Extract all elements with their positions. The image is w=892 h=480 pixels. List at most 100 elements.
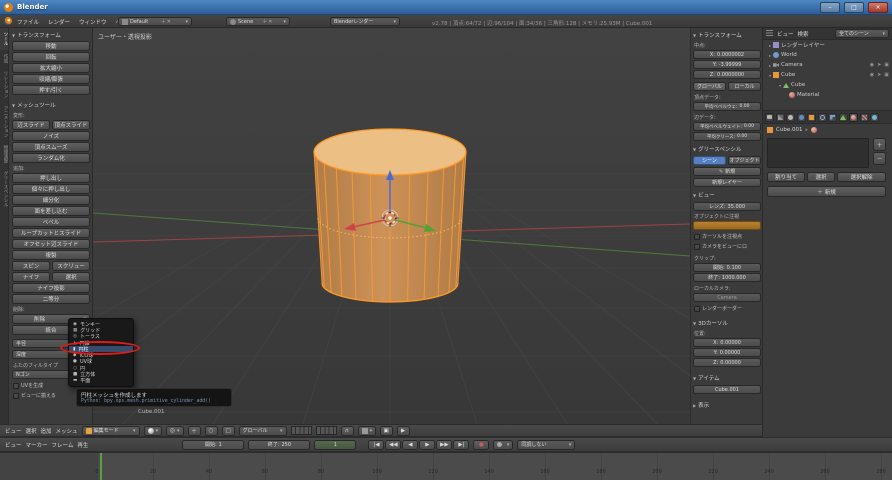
tab-create[interactable]: 作成 [0,50,8,67]
next-keyframe-button[interactable]: ▶▶ [436,440,452,450]
npanel-transform-header[interactable]: トランスフォーム [693,31,742,39]
cursor-x-field[interactable]: X:0.00000 [693,338,761,347]
scene-selector[interactable]: Scene ＋✕ [226,17,290,26]
lock-camera-checkbox[interactable]: カメラをビューにロ [694,243,747,250]
viewport-menu-select[interactable]: 選択 [26,427,37,435]
mode-dropdown[interactable]: 編集モード [82,426,140,436]
opengl-render-anim-icon[interactable]: ▶ [397,426,410,436]
translate-button[interactable]: 移動 [12,41,90,51]
tab-animation[interactable]: アニメーション [0,102,8,142]
tab-constraints-icon[interactable] [818,113,827,122]
snap-magnet-icon[interactable]: ∩ [341,426,354,436]
viewport-3d[interactable]: ユーザー・透視投影 [93,28,690,424]
tab-render-icon[interactable] [765,113,774,122]
material-slot-list[interactable] [767,138,869,168]
blender-logo-icon[interactable] [4,17,12,25]
outliner-row-material[interactable]: Material [763,90,892,100]
gp-scene-toggle[interactable]: シーン [693,156,726,165]
rotate-button[interactable]: 回転 [12,52,90,62]
shrink-fatten-button[interactable]: 収縮/膨張 [12,74,90,84]
viewport-canvas[interactable] [93,28,690,424]
manipulator-rotate-icon[interactable]: ○ [205,426,218,436]
knife-project-button[interactable]: ナイフ投影 [12,283,90,293]
offset-edge-slide-button[interactable]: オフセット辺スライド [12,239,90,249]
manipulator-scale-icon[interactable]: □ [222,426,235,436]
jump-to-start-button[interactable]: |◀ [368,440,384,450]
subdivide-button[interactable]: 細分化 [12,195,90,205]
sync-dropdown[interactable]: 同調しない [517,440,575,450]
duplicate-button[interactable]: 複製 [12,250,90,260]
tab-grease-pencil[interactable]: グリースペンシル [0,167,8,211]
expand-icon[interactable]: ▸ [769,63,771,68]
outliner-menu-view[interactable]: ビュー [777,30,794,38]
tab-texture-icon[interactable] [860,113,869,122]
tab-scene-icon[interactable] [786,113,795,122]
opengl-render-icon[interactable]: ▣ [380,426,393,436]
viewport-menu-mesh[interactable]: メッシュ [56,427,78,435]
tab-material-icon[interactable] [849,113,858,122]
timeline-menu-frame[interactable]: フレーム [52,441,74,449]
spin-button[interactable]: スピン [12,261,50,271]
local-camera-field[interactable]: Camera [693,293,761,302]
current-frame-line[interactable] [100,453,102,480]
tab-object-icon[interactable] [807,113,816,122]
knife-button[interactable]: ナイフ [12,272,50,282]
selectability-arrow-icon[interactable]: ➤ [877,72,881,78]
cursor-y-field[interactable]: Y:0.00000 [693,348,761,357]
manipulator-translate-icon[interactable]: ＋ [188,426,201,436]
prev-keyframe-button[interactable]: ◀◀ [385,440,401,450]
frame-end-field[interactable]: 終了:250 [248,440,310,450]
lock-to-cursor-checkbox[interactable]: カーソルを注視点 [694,233,742,240]
scale-button[interactable]: 拡大縮小 [12,63,90,73]
keying-set-dropdown[interactable] [493,440,513,450]
extrude-individual-button[interactable]: 個々に押し出し [12,184,90,194]
menu-window[interactable]: ウィンドウ [79,18,107,26]
visibility-eye-icon[interactable]: ◉ [870,62,874,68]
smooth-vertex-button[interactable]: 頂点スムーズ [12,142,90,152]
auto-keyframe-record-button[interactable]: ● [473,440,489,450]
tab-object-data-icon[interactable] [839,113,848,122]
screw-button[interactable]: スクリュー [52,261,90,271]
bevel-button[interactable]: ベベル [12,217,90,227]
play-button[interactable]: ▶ [419,440,435,450]
grease-pencil-header[interactable]: グリースペンシル [693,145,741,153]
render-border-checkbox[interactable]: レンダーボーダー [694,305,742,312]
tab-tools[interactable]: ツール [0,28,8,50]
knife-select-button[interactable]: 選択 [52,272,90,282]
assign-button[interactable]: 割り当て [767,172,805,182]
lens-slider[interactable]: レンズ:35.000 [693,202,761,211]
panel-transform-header[interactable]: トランスフォーム [12,31,61,39]
timeline-ruler[interactable]: 0 20 40 60 80 100 120 140 160 180 200 22… [0,452,892,480]
minimize-button[interactable]: – [820,2,840,13]
tab-physics-icon[interactable] [870,113,879,122]
item-name-field[interactable]: Cube.001 [693,385,761,394]
lock-to-object-field[interactable] [693,221,761,230]
viewport-menu-add[interactable]: 追加 [41,427,52,435]
tab-relations[interactable]: リレーション [0,67,8,102]
tab-modifiers-icon[interactable] [828,113,837,122]
median-z-field[interactable]: Z:0.0000000 [693,70,761,79]
maximize-button[interactable]: □ [844,2,864,13]
mean-bevel-edge-field[interactable]: 平均ベベルウェイト:0.00 [693,122,761,131]
push-pull-button[interactable]: 押す/引く [12,85,90,95]
item-panel-header[interactable]: アイテム [693,374,720,382]
noise-button[interactable]: ノイズ [12,131,90,141]
outliner-row-camera[interactable]: ▸ Camera ◉ ➤ ▣ [763,60,892,70]
new-material-button[interactable]: ＋新規 [767,186,886,197]
render-toggle-icon[interactable]: ▣ [884,62,889,68]
play-reverse-button[interactable]: ◀ [402,440,418,450]
gp-object-toggle[interactable]: オブジェクト [728,156,761,165]
pivot-dropdown[interactable]: ◎ [166,426,184,436]
tab-physics[interactable]: 物理演算 [0,141,8,167]
deselect-button[interactable]: 選択解除 [837,172,886,182]
frame-start-field[interactable]: 開始:1 [182,440,244,450]
bisect-button[interactable]: 二等分 [12,294,90,304]
expand-icon[interactable]: ▾ [779,83,781,88]
timeline-menu-marker[interactable]: マーカー [26,441,48,449]
slot-add-button[interactable]: ＋ [873,138,886,151]
layers-widget-right[interactable] [316,426,337,435]
menu-render[interactable]: レンダー [48,18,70,26]
generate-uv-checkbox[interactable]: UVを生成 [13,382,43,389]
expand-icon[interactable]: ▸ [769,53,771,58]
close-button[interactable]: × [868,2,888,13]
